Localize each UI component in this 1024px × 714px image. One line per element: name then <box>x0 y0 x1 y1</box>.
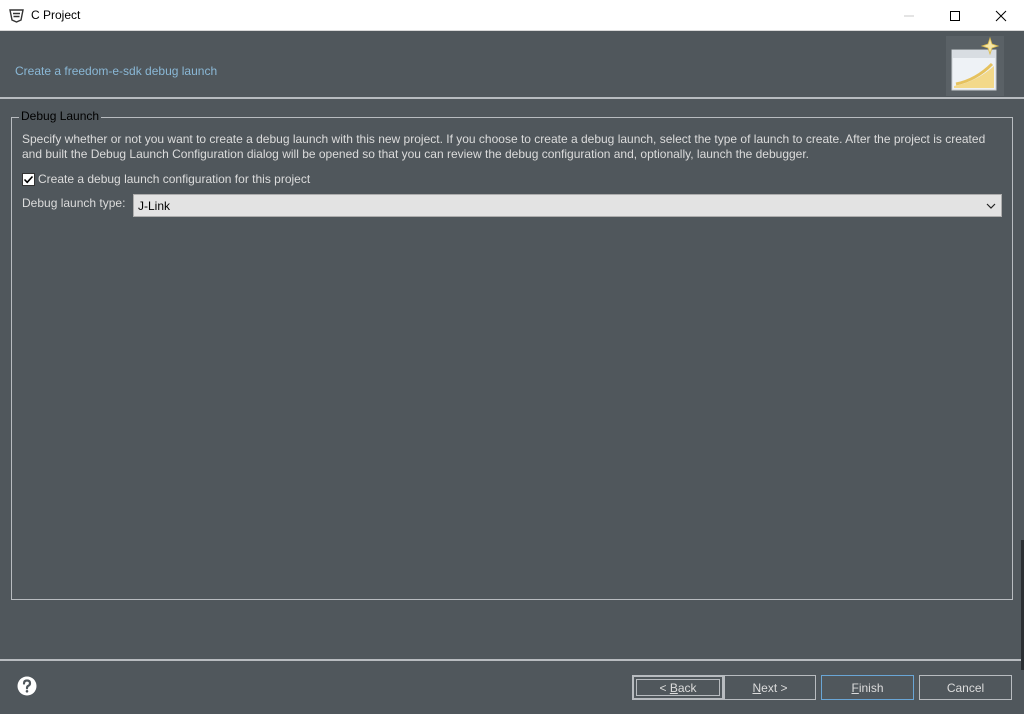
description-text: Specify whether or not you want to creat… <box>22 132 986 161</box>
wizard-banner: Create a freedom-e-sdk debug launch <box>0 31 1024 98</box>
debug-launch-group <box>11 117 1013 600</box>
cancel-button-label: Cancel <box>946 680 985 695</box>
minimize-button[interactable] <box>886 0 932 31</box>
footer-separator <box>0 659 1024 661</box>
chevron-down-icon <box>986 203 996 209</box>
back-button-focus-ring <box>636 679 720 696</box>
cancel-button[interactable]: Cancel <box>919 675 1012 700</box>
create-launch-checkbox-label[interactable]: Create a debug launch configuration for … <box>38 172 310 186</box>
create-launch-checkbox[interactable] <box>22 172 35 186</box>
finish-button-label: Finish <box>851 680 884 695</box>
next-button-label: Next > <box>752 680 788 695</box>
banner-separator <box>0 97 1024 99</box>
launch-type-label: Debug launch type: <box>22 196 126 210</box>
group-legend: Debug Launch <box>19 109 102 123</box>
create-launch-checkbox-row[interactable]: Create a debug launch configuration for … <box>22 171 310 187</box>
maximize-icon <box>950 10 960 21</box>
help-icon[interactable] <box>17 676 37 696</box>
title-bar: C Project <box>0 0 1024 31</box>
wizard-banner-icon <box>946 36 1004 96</box>
window-title: C Project <box>31 8 81 22</box>
minimize-icon <box>904 15 914 16</box>
launch-type-select[interactable]: J-Link <box>133 194 1002 217</box>
back-button[interactable]: < Back <box>632 675 724 700</box>
wizard-page-heading: Create a freedom-e-sdk debug launch <box>15 64 218 78</box>
close-button[interactable] <box>978 0 1024 31</box>
launch-type-value: J-Link <box>138 199 171 213</box>
close-icon <box>995 10 1007 21</box>
eclipse-app-icon <box>9 9 24 23</box>
checkmark-icon <box>23 175 34 183</box>
next-button[interactable]: Next > <box>724 675 816 700</box>
maximize-button[interactable] <box>932 0 978 31</box>
finish-button[interactable]: Finish <box>821 675 914 700</box>
